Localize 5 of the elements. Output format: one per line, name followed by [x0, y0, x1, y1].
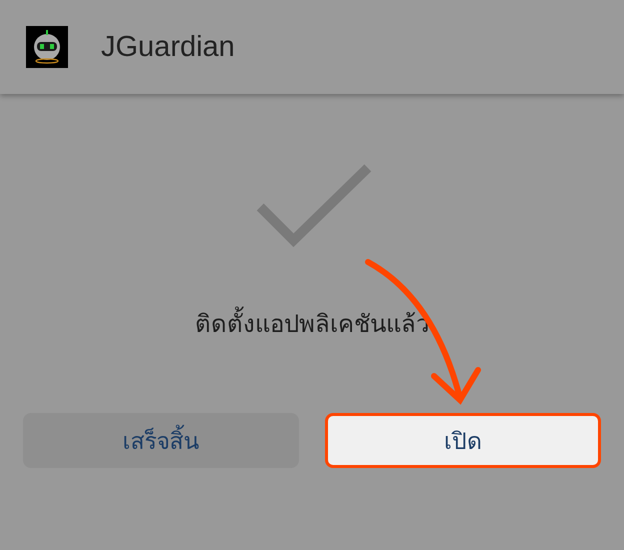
action-button[interactable]: เปิด [325, 413, 601, 468]
status-message: ติดตั้งแอปพลิเคชันแล้ว [195, 304, 429, 343]
robot-icon [26, 26, 68, 68]
app-title: JGuardian [101, 30, 235, 64]
checkmark-icon [256, 164, 374, 250]
